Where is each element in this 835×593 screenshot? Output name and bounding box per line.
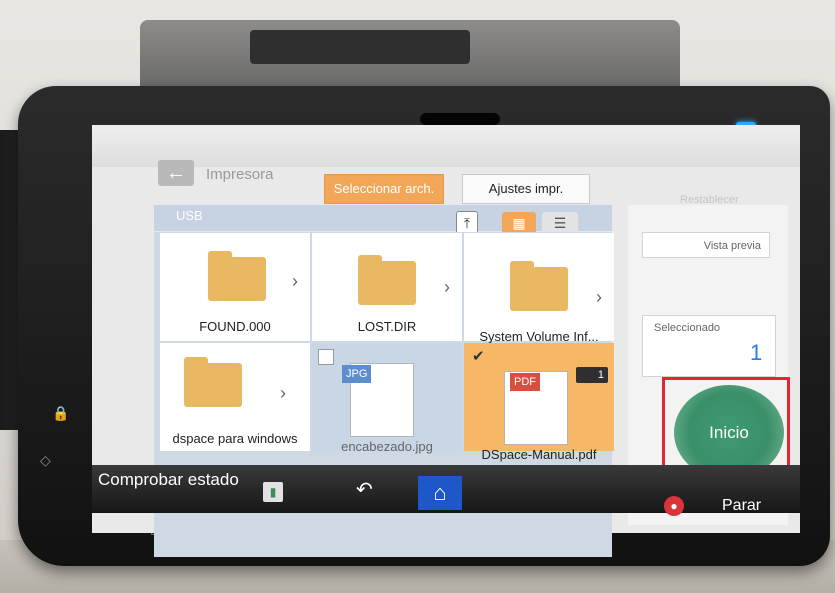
file-name: System Volume Inf... (479, 329, 599, 344)
status-icon[interactable]: ▮ (263, 482, 283, 502)
chevron-right-icon: › (596, 287, 602, 307)
file-tile-lostdir[interactable]: › LOST.DIR (312, 233, 462, 341)
bezel-notch (420, 113, 500, 125)
lock-icon[interactable]: 🔒 (52, 405, 69, 422)
file-tile-encabezado[interactable]: JPG encabezado.jpg (312, 343, 462, 454)
selected-label: Seleccionado (654, 322, 721, 334)
top-bar (92, 125, 800, 167)
folder-icon (358, 255, 416, 305)
data-in-icon[interactable]: ◇ (40, 452, 51, 469)
chevron-right-icon: › (280, 383, 286, 403)
home-icon[interactable]: ⌂ (418, 476, 462, 510)
file-tile-system-volume[interactable]: › System Volume Inf... (464, 233, 614, 344)
grid-view-button[interactable]: ▦ (502, 212, 536, 234)
folder-icon (208, 251, 266, 301)
selected-count: 1 (750, 340, 763, 365)
chevron-right-icon: › (444, 277, 450, 297)
file-tile-dspace-windows[interactable]: › dspace para windows (160, 343, 310, 451)
file-type-badge: PDF (510, 373, 540, 391)
preview-button[interactable]: Vista previa (642, 232, 770, 258)
folder-icon (510, 261, 568, 311)
folder-icon (184, 357, 242, 407)
file-tile-found000[interactable]: › FOUND.000 (160, 233, 310, 341)
location-label: USB (176, 208, 203, 223)
tab-print-settings[interactable]: Ajustes impr. (462, 174, 590, 204)
back-nav-icon[interactable]: ↶ (356, 477, 373, 502)
chevron-right-icon: › (292, 271, 298, 291)
reset-button[interactable]: Restablecer (680, 194, 739, 206)
file-name: FOUND.000 (199, 319, 271, 334)
check-icon[interactable]: ✔ (472, 347, 485, 365)
back-button[interactable]: ← (158, 160, 194, 186)
file-name: encabezado.jpg (341, 439, 433, 454)
file-name: dspace para windows (172, 431, 298, 446)
stop-button[interactable]: Parar (722, 497, 761, 515)
file-tile-dspace-manual[interactable]: ✔ 1 PDF DSpace-Manual.pdf (464, 343, 614, 462)
file-type-badge: JPG (342, 365, 372, 383)
file-name: DSpace-Manual.pdf (481, 447, 597, 462)
tab-select-file[interactable]: Seleccionar arch. (324, 174, 444, 204)
check-status-button[interactable]: Comprobar estado (98, 470, 239, 490)
file-name: LOST.DIR (357, 319, 417, 334)
select-checkbox[interactable] (318, 349, 334, 365)
printer-slot (250, 30, 470, 64)
copies-badge: 1 (576, 367, 608, 383)
stop-icon[interactable]: ● (664, 496, 684, 516)
list-view-button[interactable]: ☰ (542, 212, 578, 234)
app-title: Impresora (206, 166, 274, 183)
